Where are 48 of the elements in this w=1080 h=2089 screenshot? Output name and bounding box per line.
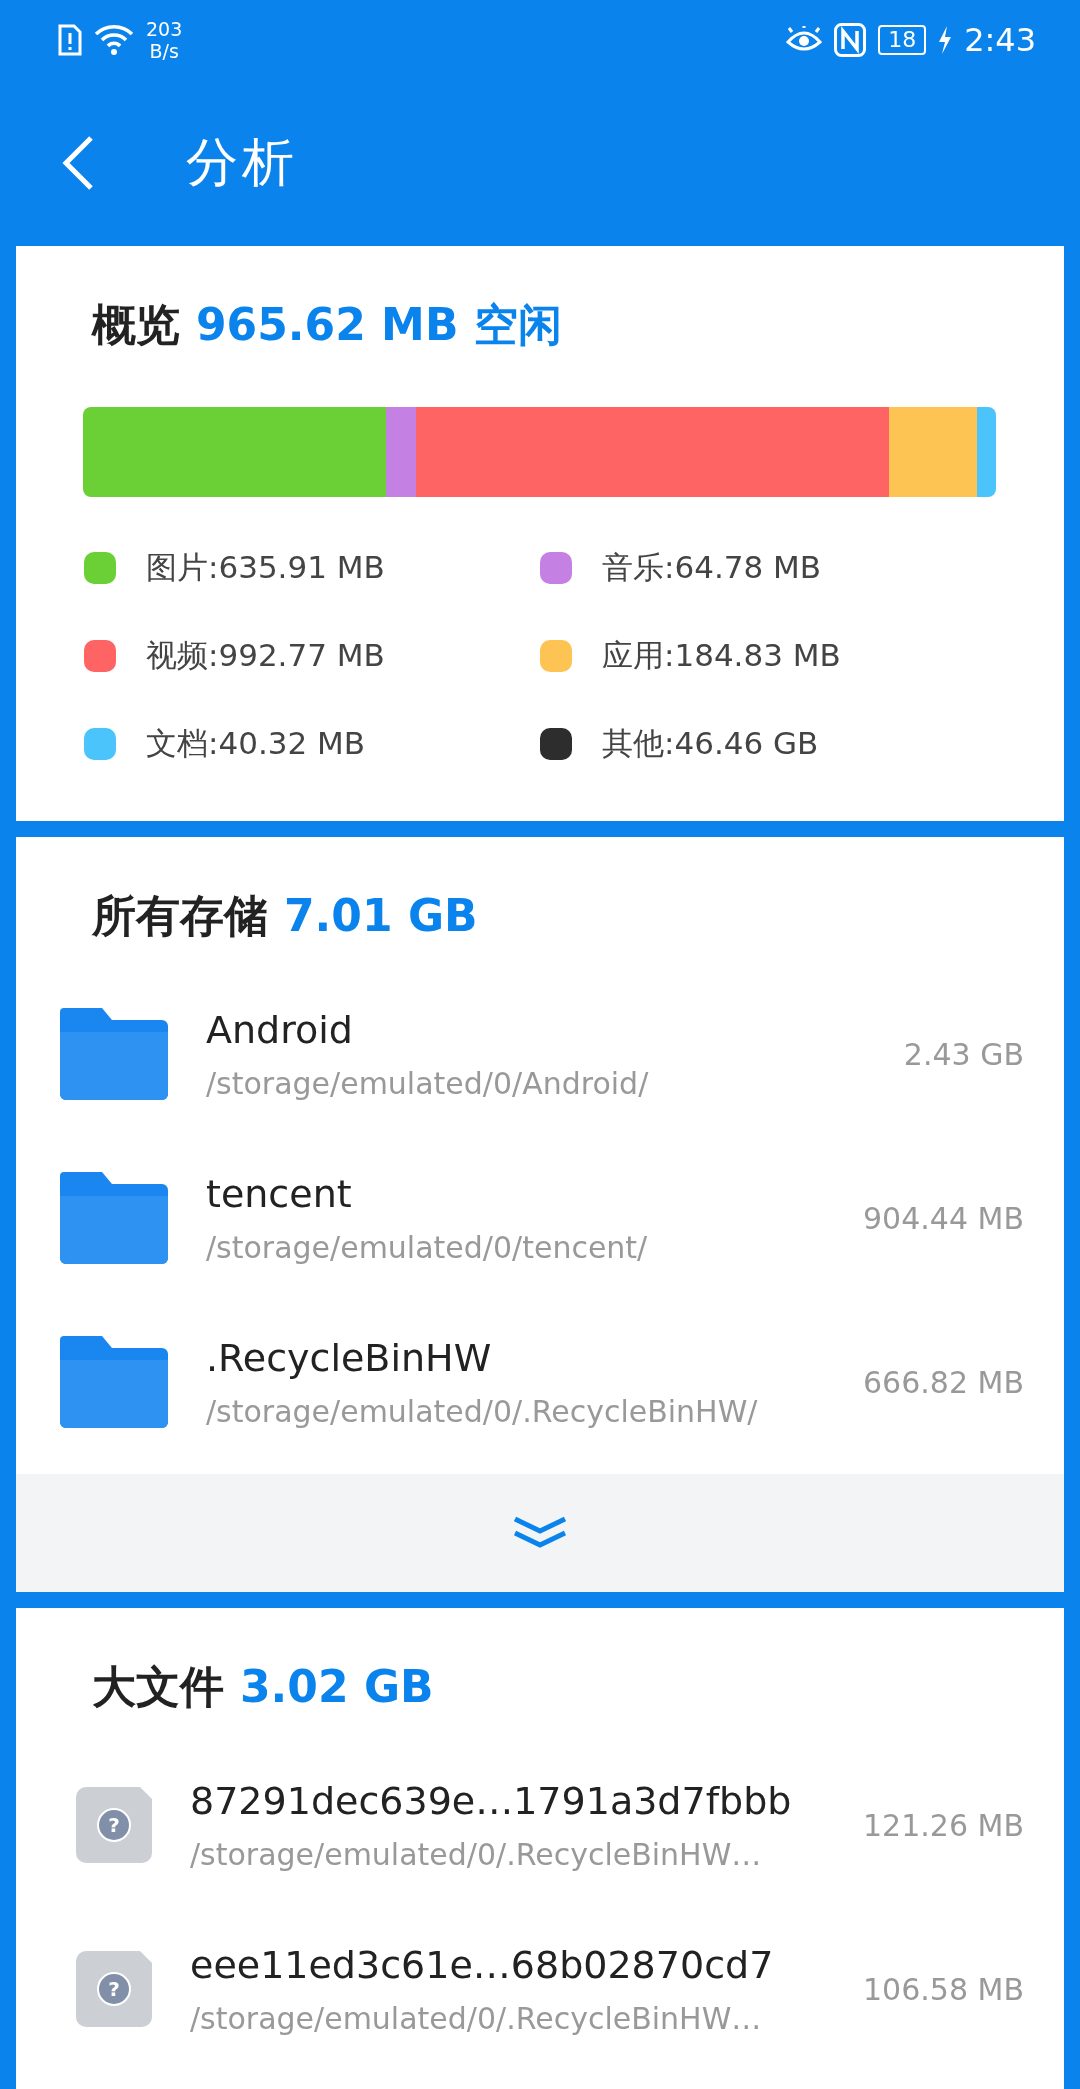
- unknown-file-icon: ?: [76, 1787, 152, 1863]
- folder-icon: [60, 1008, 168, 1100]
- wifi-icon: [94, 24, 134, 56]
- back-icon[interactable]: [62, 135, 94, 191]
- file-row[interactable]: ? eee11ed3c61e…68b02870cd7 /storage/emulated/0/.RecycleBinHW… 106.58 MB: [16, 1907, 1064, 2071]
- folder-icon: [60, 1172, 168, 1264]
- folder-icon: [60, 1336, 168, 1428]
- legend-label: 音乐:64.78 MB: [602, 548, 822, 587]
- folder-size: 666.82 MB: [863, 1364, 1024, 1400]
- file-path: /storage/emulated/0/.RecycleBinHW…: [190, 2000, 763, 2036]
- file-size: 121.26 MB: [863, 1807, 1024, 1843]
- network-speed-unit: B/s: [149, 40, 179, 62]
- total-size: 3.02 GB: [240, 1661, 434, 1712]
- free-space: 965.62 MB 空闲: [196, 298, 562, 352]
- file-name: eee11ed3c61e…68b02870cd7: [190, 1942, 775, 1987]
- folder-size: 904.44 MB: [863, 1200, 1024, 1236]
- legend-label: 其他:46.46 GB: [602, 724, 819, 763]
- charging-icon: [938, 26, 953, 54]
- legend-label: 应用:184.83 MB: [602, 636, 841, 675]
- legend-label: 视频:992.77 MB: [146, 636, 385, 675]
- page-title: 分析: [186, 131, 298, 194]
- total-size: 7.01 GB: [284, 890, 478, 941]
- folder-row[interactable]: Android /storage/emulated/0/Android/ 2.43 GB: [16, 972, 1064, 1136]
- folder-path: /storage/emulated/0/.RecycleBinHW/: [206, 1393, 759, 1429]
- clock-time: 2:43: [964, 21, 1036, 59]
- section-title: 大文件: [92, 1660, 224, 1714]
- folder-row[interactable]: tencent /storage/emulated/0/tencent/ 904.44 MB: [16, 1136, 1064, 1300]
- legend-label: 图片:635.91 MB: [146, 548, 385, 587]
- section-title: 所有存储: [92, 889, 268, 943]
- double-chevron-down-icon: [512, 1515, 568, 1551]
- file-name: 87291dec639e…1791a3d7fbbb: [190, 1778, 793, 1823]
- sim-alert-icon: [58, 24, 82, 56]
- folder-row[interactable]: .RecycleBinHW /storage/emulated/0/.RecycleBinHW/ 666.82 MB: [16, 1300, 1064, 1464]
- folder-name: tencent: [206, 1171, 353, 1216]
- folder-size: 2.43 GB: [903, 1036, 1024, 1072]
- file-size: 106.58 MB: [863, 1971, 1024, 2007]
- folder-path: /storage/emulated/0/tencent/: [206, 1229, 649, 1265]
- folder-name: Android: [206, 1007, 354, 1052]
- file-path: /storage/emulated/0/.RecycleBinHW…: [190, 1836, 763, 1872]
- section-title: 概览: [92, 298, 180, 352]
- file-row[interactable]: ? 87291dec639e…1791a3d7fbbb /storage/emulated/0/.RecycleBinHW… 121.26 MB: [16, 1743, 1064, 1907]
- legend-label: 文档:40.32 MB: [146, 724, 366, 763]
- unknown-file-icon: ?: [76, 1951, 152, 2027]
- nfc-icon: [834, 23, 867, 57]
- network-speed: 203: [146, 18, 183, 40]
- battery-level: 18: [878, 25, 927, 55]
- folder-name: .RecycleBinHW: [206, 1335, 493, 1380]
- folder-path: /storage/emulated/0/Android/: [206, 1065, 650, 1101]
